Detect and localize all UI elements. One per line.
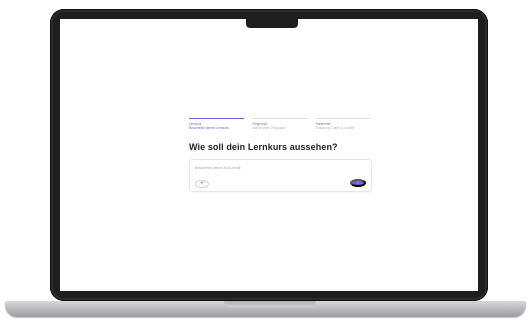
plus-icon: +	[200, 181, 204, 187]
step-zielgruppe[interactable]: Zielgruppe Wähle deine Zielgruppe	[252, 118, 308, 130]
camera-notch	[246, 19, 298, 28]
step-subtitle: Wähle deine Zielgruppe	[252, 126, 286, 130]
app-screen: Lernkurs Beschreibe deinen Lernkurs Ziel…	[60, 19, 478, 291]
laptop-opening-lip	[224, 301, 316, 307]
course-description-card: + ↑	[189, 159, 372, 192]
step-subtitle: Beschreibe deinen Lernkurs	[189, 126, 229, 130]
laptop-scene: Lernkurs Beschreibe deinen Lernkurs Ziel…	[0, 0, 531, 322]
course-stepper: Lernkurs Beschreibe deinen Lernkurs Ziel…	[189, 118, 371, 130]
submit-button[interactable]: ↑	[350, 179, 366, 187]
step-lernkurs[interactable]: Lernkurs Beschreibe deinen Lernkurs	[189, 118, 245, 130]
add-attachment-button[interactable]: +	[195, 180, 209, 188]
arrow-up-icon: ↑	[356, 179, 360, 186]
course-description-input[interactable]	[195, 164, 365, 172]
page-title: Wie soll dein Lernkurs aussehen?	[189, 142, 338, 152]
step-parameter[interactable]: Parameter Erfahrung, Dauer & Vorteile	[315, 118, 371, 130]
step-subtitle: Erfahrung, Dauer & Vorteile	[315, 126, 355, 130]
